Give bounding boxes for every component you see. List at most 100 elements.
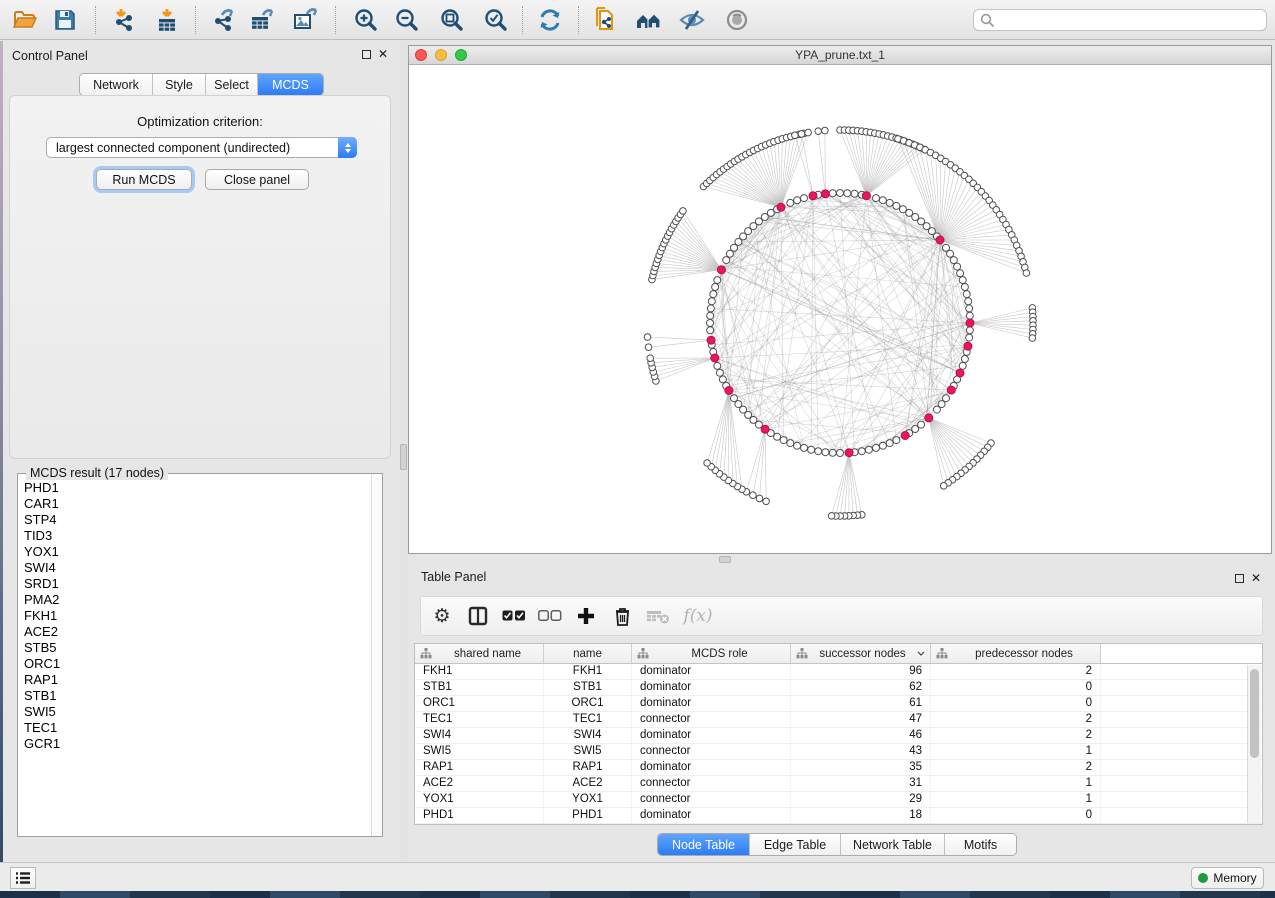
select-all-checks-icon[interactable] bbox=[499, 601, 529, 631]
satellite-node[interactable] bbox=[1029, 335, 1036, 342]
ring-node[interactable] bbox=[844, 190, 851, 197]
satellite-node[interactable] bbox=[763, 498, 770, 505]
network-canvas-svg[interactable] bbox=[409, 65, 1271, 553]
ring-node[interactable] bbox=[961, 284, 968, 291]
ring-node[interactable] bbox=[767, 209, 774, 216]
tab-node-table[interactable]: Node Table bbox=[658, 834, 750, 855]
table-options-gear-icon[interactable]: ⚙ bbox=[427, 601, 457, 631]
ring-node[interactable] bbox=[947, 250, 954, 257]
tab-motifs[interactable]: Motifs bbox=[945, 834, 1016, 855]
float-table-panel-icon[interactable] bbox=[1235, 574, 1244, 583]
zoom-selected-icon[interactable] bbox=[481, 6, 509, 34]
mcds-result-item[interactable]: CAR1 bbox=[18, 496, 371, 512]
mcds-result-item[interactable]: STB1 bbox=[18, 688, 371, 704]
close-panel-button[interactable]: Close panel bbox=[205, 169, 309, 190]
table-row[interactable]: SWI5SWI5connector431 bbox=[415, 744, 1262, 760]
ring-node[interactable] bbox=[959, 277, 966, 284]
mcds-node[interactable] bbox=[947, 386, 955, 394]
hide-selected-icon[interactable] bbox=[678, 6, 706, 34]
ring-node[interactable] bbox=[707, 327, 714, 334]
mcds-node[interactable] bbox=[761, 425, 769, 433]
mcds-result-item[interactable]: ACE2 bbox=[18, 624, 371, 640]
tab-network-table[interactable]: Network Table bbox=[841, 834, 945, 855]
ring-node[interactable] bbox=[893, 202, 900, 209]
column-header-successor-nodes[interactable]: successor nodes bbox=[791, 644, 931, 663]
ring-node[interactable] bbox=[794, 197, 801, 204]
ring-node[interactable] bbox=[787, 199, 794, 206]
satellite-node[interactable] bbox=[756, 495, 763, 502]
table-scrollbar-thumb[interactable] bbox=[1250, 669, 1259, 758]
satellite-node[interactable] bbox=[798, 131, 805, 138]
mcds-node[interactable] bbox=[777, 203, 785, 211]
mcds-result-item[interactable]: GCR1 bbox=[18, 736, 371, 752]
ring-node[interactable] bbox=[851, 190, 858, 197]
mcds-result-item[interactable]: YOX1 bbox=[18, 544, 371, 560]
ring-node[interactable] bbox=[808, 446, 815, 453]
export-table-icon[interactable] bbox=[248, 6, 276, 34]
ring-node[interactable] bbox=[954, 263, 961, 270]
ring-node[interactable] bbox=[966, 312, 973, 319]
ring-node[interactable] bbox=[801, 444, 808, 451]
column-header-name[interactable]: name bbox=[544, 644, 632, 663]
mcds-node[interactable] bbox=[809, 192, 817, 200]
ring-node[interactable] bbox=[712, 284, 719, 291]
open-session-icon[interactable] bbox=[11, 6, 39, 34]
mcds-result-item[interactable]: PHD1 bbox=[18, 480, 371, 496]
add-column-icon[interactable] bbox=[571, 601, 601, 631]
mcds-result-item[interactable]: ORC1 bbox=[18, 656, 371, 672]
ring-node[interactable] bbox=[716, 369, 723, 376]
satellite-node[interactable] bbox=[645, 344, 652, 351]
tab-select[interactable]: Select bbox=[206, 74, 258, 95]
column-header-predecessor-nodes[interactable]: predecessor nodes bbox=[931, 644, 1101, 663]
close-window-icon[interactable] bbox=[415, 49, 427, 61]
network-window-titlebar[interactable]: YPA_prune.txt_1 bbox=[409, 46, 1271, 65]
ring-node[interactable] bbox=[731, 395, 738, 402]
table-row[interactable]: STB1STB1dominator620 bbox=[415, 680, 1262, 696]
satellite-node[interactable] bbox=[822, 127, 829, 134]
ring-node[interactable] bbox=[780, 437, 787, 444]
mcds-node[interactable] bbox=[711, 354, 719, 362]
ring-node[interactable] bbox=[966, 305, 973, 312]
ring-node[interactable] bbox=[787, 440, 794, 447]
ring-node[interactable] bbox=[886, 440, 893, 447]
delete-column-icon[interactable] bbox=[607, 601, 637, 631]
ring-node[interactable] bbox=[950, 257, 957, 264]
zoom-fit-icon[interactable] bbox=[437, 6, 465, 34]
run-mcds-button[interactable]: Run MCDS bbox=[96, 169, 192, 190]
satellite-node[interactable] bbox=[704, 460, 711, 467]
ring-node[interactable] bbox=[865, 446, 872, 453]
mcds-node[interactable] bbox=[964, 342, 972, 350]
zoom-out-icon[interactable] bbox=[392, 6, 420, 34]
ring-node[interactable] bbox=[801, 195, 808, 202]
ring-node[interactable] bbox=[794, 442, 801, 449]
export-image-icon[interactable] bbox=[291, 6, 319, 34]
ring-node[interactable] bbox=[707, 305, 714, 312]
search-box[interactable] bbox=[973, 9, 1267, 31]
import-table-icon[interactable] bbox=[153, 6, 181, 34]
mcds-result-item[interactable]: PMA2 bbox=[18, 592, 371, 608]
export-network-icon[interactable] bbox=[211, 6, 239, 34]
mcds-result-item[interactable]: TID3 bbox=[18, 528, 371, 544]
ring-node[interactable] bbox=[829, 449, 836, 456]
mcds-node[interactable] bbox=[717, 266, 725, 274]
vertical-splitter[interactable] bbox=[400, 41, 408, 862]
satellite-node[interactable] bbox=[750, 492, 757, 499]
zoom-in-icon[interactable] bbox=[351, 6, 379, 34]
mcds-node[interactable] bbox=[936, 236, 944, 244]
table-row[interactable]: FKH1FKH1dominator962 bbox=[415, 664, 1262, 680]
mcds-result-item[interactable]: SRD1 bbox=[18, 576, 371, 592]
column-header-mcds-role[interactable]: MCDS role bbox=[632, 644, 791, 663]
save-session-icon[interactable] bbox=[51, 6, 79, 34]
function-builder-icon[interactable]: f(x) bbox=[683, 601, 713, 631]
table-row[interactable]: ORC1ORC1dominator610 bbox=[415, 696, 1262, 712]
horizontal-splitter-handle[interactable] bbox=[719, 556, 731, 563]
ring-node[interactable] bbox=[723, 257, 730, 264]
ring-node[interactable] bbox=[961, 356, 968, 363]
show-all-icon[interactable] bbox=[723, 6, 751, 34]
ring-node[interactable] bbox=[829, 190, 836, 197]
satellite-node[interactable] bbox=[792, 132, 799, 139]
mcds-node[interactable] bbox=[862, 192, 870, 200]
ring-node[interactable] bbox=[707, 312, 714, 319]
mcds-node[interactable] bbox=[845, 449, 853, 457]
satellite-node[interactable] bbox=[1023, 270, 1030, 277]
